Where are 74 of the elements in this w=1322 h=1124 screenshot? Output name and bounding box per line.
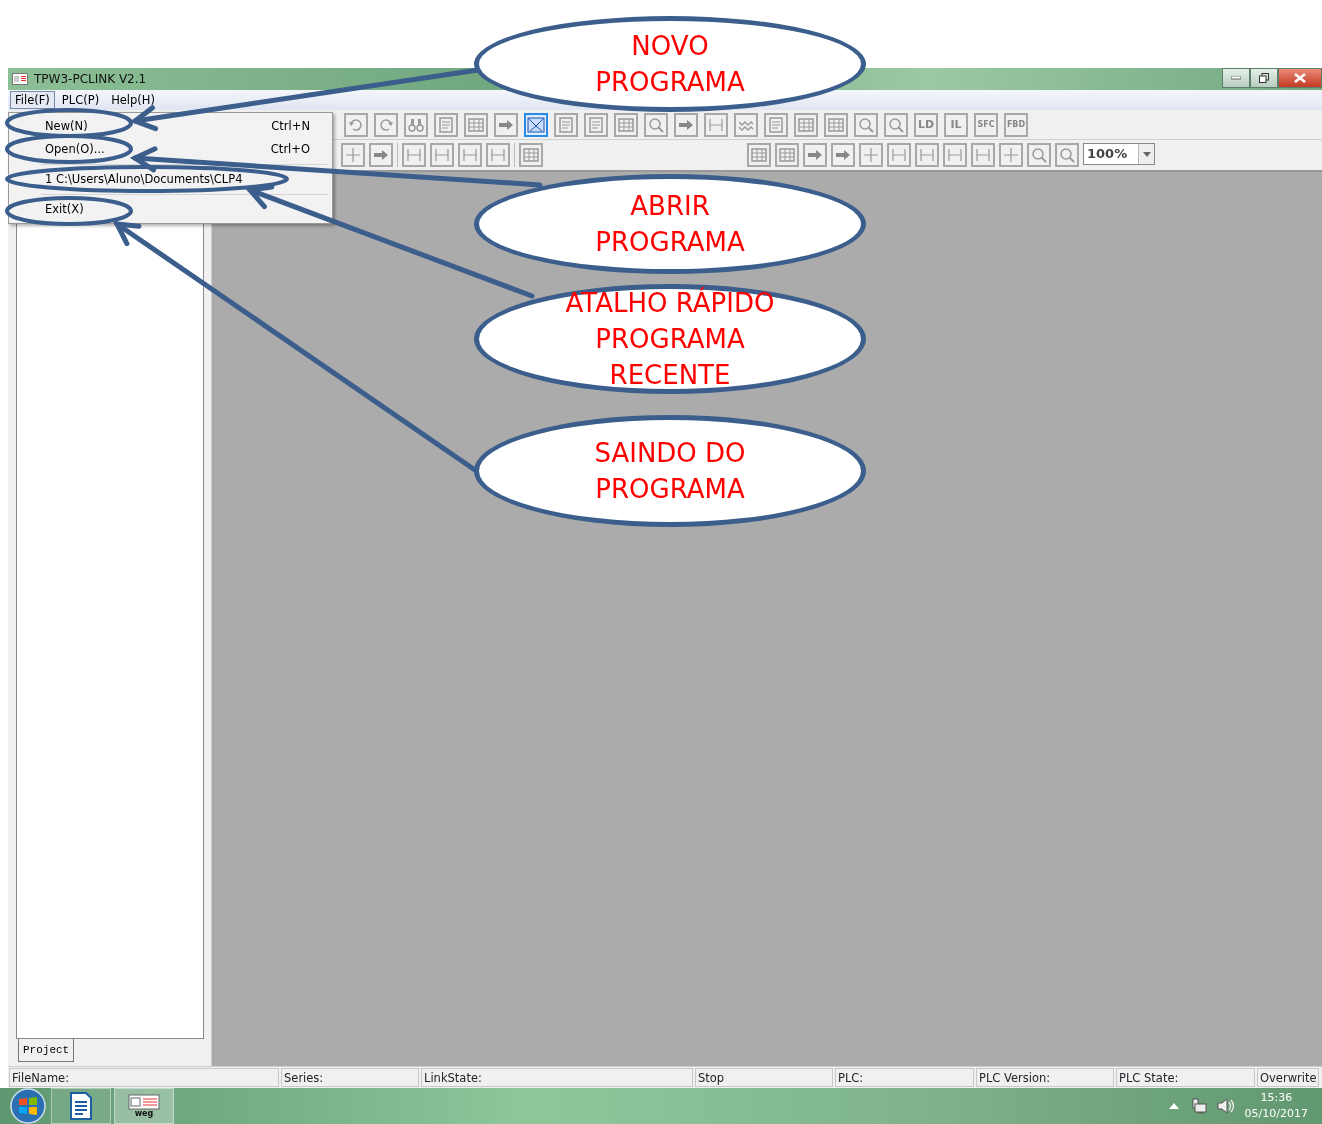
bracket-icon xyxy=(461,146,479,164)
line-icon xyxy=(344,146,362,164)
bracket-icon xyxy=(405,146,423,164)
grid-icon xyxy=(750,146,768,164)
app-label: weg xyxy=(134,1110,154,1118)
magnifier-icon xyxy=(1030,146,1048,164)
app-icon xyxy=(12,73,28,85)
taskbar-button[interactable]: weg xyxy=(114,1088,174,1124)
toolbar-button[interactable] xyxy=(524,112,548,137)
bracket-icon xyxy=(946,146,964,164)
zoom-dropdown[interactable]: 100% xyxy=(1083,143,1155,165)
callout-text: SAINDO DO PROGRAMA xyxy=(594,437,746,506)
grid-icon xyxy=(827,115,845,134)
magnifier-icon xyxy=(1058,146,1076,164)
status-field: FileName: xyxy=(9,1068,279,1087)
minimize-icon xyxy=(1231,76,1241,80)
status-field: PLC Version: xyxy=(976,1068,1114,1087)
project-tab[interactable]: Project xyxy=(18,1038,75,1062)
callout-text: ABRIR PROGRAMA xyxy=(595,190,745,259)
menu-item[interactable]: Exit(X) xyxy=(11,198,330,221)
grid-icon xyxy=(467,115,485,134)
menu-item[interactable]: Help(H) xyxy=(106,91,160,109)
start-button[interactable] xyxy=(8,1088,48,1124)
magnifier-icon xyxy=(647,115,665,134)
app-window-icon xyxy=(128,1094,160,1110)
bracket-icon xyxy=(433,146,451,164)
clock-time: 15:36 xyxy=(1259,1090,1294,1106)
minimize-button[interactable] xyxy=(1222,68,1250,88)
document-icon xyxy=(587,115,605,134)
toolbar-button[interactable] xyxy=(674,112,698,137)
menu-item[interactable]: Open(O)... Ctrl+O xyxy=(11,138,330,161)
speaker-icon xyxy=(1216,1098,1235,1114)
bracket-icon xyxy=(890,146,908,164)
bracket-icon xyxy=(489,146,507,164)
bracket-icon xyxy=(974,146,992,164)
toolbar-button[interactable] xyxy=(803,143,827,167)
toolbar-button[interactable] xyxy=(831,143,855,167)
callout-text: ATALHO RÁPIDO PROGRAMA RECENTE xyxy=(565,286,775,392)
up-arrow-icon xyxy=(1168,1103,1179,1109)
restore-button[interactable] xyxy=(1250,68,1278,88)
close-icon xyxy=(1294,73,1306,83)
menu-item[interactable]: PLC(P) xyxy=(56,91,105,109)
document-icon xyxy=(69,1092,93,1120)
grid-icon xyxy=(617,115,635,134)
status-field: Series: xyxy=(281,1068,419,1087)
taskbar-button[interactable] xyxy=(51,1088,111,1124)
toolbar-button[interactable] xyxy=(369,143,393,167)
close-button[interactable] xyxy=(1278,68,1322,88)
line-icon xyxy=(862,146,880,164)
callout-text: NOVO PROGRAMA xyxy=(595,30,745,99)
status-field: Stop xyxy=(695,1068,833,1087)
menu-item[interactable]: File(F) xyxy=(10,91,55,109)
window-title: TPW3-PCLINK V2.1 xyxy=(34,71,147,88)
clock-date: 05/10/2017 xyxy=(1244,1106,1308,1122)
line-icon xyxy=(1002,146,1020,164)
grid-icon xyxy=(522,146,540,164)
magnifier-icon xyxy=(887,115,905,134)
caret-icon xyxy=(1142,151,1151,157)
document-icon xyxy=(767,115,785,134)
restore-icon xyxy=(1259,73,1269,83)
magnifier-icon xyxy=(857,115,875,134)
status-field: PLC: xyxy=(835,1068,974,1087)
bracket-icon xyxy=(918,146,936,164)
menu-item[interactable]: New(N) Ctrl+N xyxy=(11,115,330,138)
status-field: Overwrite xyxy=(1257,1068,1319,1087)
toolbar-button[interactable] xyxy=(494,112,518,137)
status-field: PLC State: xyxy=(1116,1068,1255,1087)
document-icon xyxy=(557,115,575,134)
document-icon xyxy=(437,115,455,134)
envelope-icon xyxy=(527,115,545,134)
menu-item[interactable]: 1 C:\Users\Aluno\Documents\CLP4 xyxy=(11,168,330,191)
grid-icon xyxy=(778,146,796,164)
grid-icon xyxy=(797,115,815,134)
status-field: LinkState: xyxy=(421,1068,693,1087)
